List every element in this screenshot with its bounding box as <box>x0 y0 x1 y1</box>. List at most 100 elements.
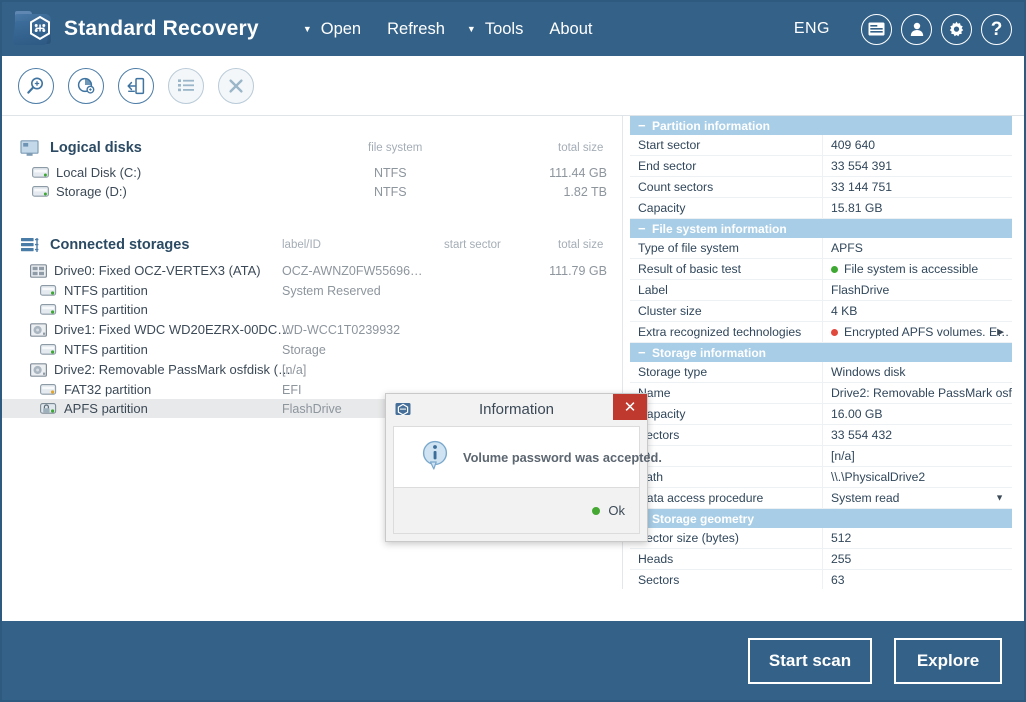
property-key: Capacity <box>638 201 686 215</box>
chevron-down-icon-tools[interactable]: ▼ <box>467 24 476 34</box>
tree-item-partition[interactable]: NTFS partition System Reserved <box>2 281 622 300</box>
collapse-icon[interactable]: − <box>638 346 652 359</box>
property-row: Cluster size 4 KB <box>630 301 1012 322</box>
chevron-right-icon[interactable]: ▶ <box>997 327 1004 337</box>
property-key: Extra recognized technologies <box>638 325 802 339</box>
explore-button[interactable]: Explore <box>894 637 1002 684</box>
cell-file-system: NTFS <box>374 165 407 180</box>
cell-label-id: FlashDrive <box>282 401 342 416</box>
property-value: 63 <box>822 570 1012 589</box>
cell-total-size: 1.82 TB <box>563 184 607 199</box>
property-value: 4 KB <box>822 301 1012 321</box>
section-title: Partition information <box>652 118 770 133</box>
property-key: Count sectors <box>638 180 714 194</box>
scan-icon[interactable] <box>18 67 54 104</box>
group-connected-storages[interactable]: Connected storages label/ID start sector… <box>2 230 622 260</box>
property-key: Storage type <box>638 365 708 379</box>
start-scan-button[interactable]: Start scan <box>748 637 872 684</box>
property-row: Path \\.\PhysicalDrive2 <box>630 467 1012 488</box>
property-value: 16.00 GB <box>822 404 1012 424</box>
property-row-extra-technologies[interactable]: Extra recognized technologies Encrypted … <box>630 322 1012 343</box>
tree-item-drive0[interactable]: Drive0: Fixed OCZ-VERTEX3 (ATA) OCZ-AWNZ… <box>2 260 622 281</box>
property-row: Type of file system APFS <box>630 238 1012 259</box>
property-row: Result of basic test File system is acce… <box>630 259 1012 280</box>
list-item-local-disk-c[interactable]: Local Disk (C:) NTFS 111.44 GB <box>2 163 622 182</box>
gear-icon[interactable] <box>941 13 972 45</box>
property-value-with-status: File system is accessible <box>822 259 1012 279</box>
section-header-storage-information[interactable]: − Storage information <box>630 343 1012 362</box>
dialog-message: Volume password was accepted. <box>463 449 662 465</box>
cell-label-id: WD-WCC1T0239932 <box>282 322 401 337</box>
tree-item-drive2[interactable]: Drive2: Removable PassMark osfdisk (… [n… <box>2 359 622 380</box>
property-key: Type of file system <box>638 241 739 255</box>
cell-file-system: NTFS <box>374 184 407 199</box>
partition-pie-icon[interactable] <box>68 67 104 104</box>
language-selector[interactable]: ENG <box>794 20 830 38</box>
hdd-icon <box>30 363 48 377</box>
tree-item-partition[interactable]: NTFS partition <box>2 300 622 319</box>
property-row: Label FlashDrive <box>630 280 1012 301</box>
ok-button[interactable]: Ok <box>592 503 625 518</box>
partition-green-icon <box>40 303 57 316</box>
tree-item-label: NTFS partition <box>64 283 148 298</box>
section-header-partition-information[interactable]: − Partition information <box>630 116 1012 135</box>
page-title: Standard Recovery <box>64 17 259 40</box>
property-key: Start sector <box>638 138 701 152</box>
status-dot-green <box>831 265 838 273</box>
property-row: ID [n/a] <box>630 446 1012 467</box>
group-logical-disks[interactable]: Logical disks file system total size <box>2 133 622 163</box>
chevron-down-icon-open[interactable]: ▼ <box>303 24 312 34</box>
storages-icon <box>20 237 40 254</box>
ok-button-label: Ok <box>608 503 625 518</box>
column-total-size: total size <box>558 239 604 251</box>
partition-green-icon <box>40 284 57 297</box>
user-icon[interactable] <box>901 13 932 45</box>
hdd-icon <box>30 323 48 337</box>
close-icon[interactable]: ✕ <box>613 394 647 420</box>
menu-item-open[interactable]: Open <box>321 20 361 39</box>
help-icon[interactable]: ? <box>981 13 1012 45</box>
folder-hex-logo-icon <box>12 10 54 48</box>
collapse-icon[interactable]: − <box>638 119 652 132</box>
list-item-label: Storage (D:) <box>56 184 127 199</box>
property-row: Capacity 16.00 GB <box>630 404 1012 425</box>
chevron-down-icon[interactable]: ▼ <box>995 493 1004 503</box>
menu-item-tools[interactable]: Tools <box>485 20 524 39</box>
collapse-icon[interactable]: − <box>638 222 652 235</box>
property-row: Heads 255 <box>630 549 1012 570</box>
property-value: Windows disk <box>822 362 1012 382</box>
ssd-icon <box>30 264 48 278</box>
cell-total-size: 111.79 GB <box>549 263 607 278</box>
application-window: Standard Recovery ▼ Open Refresh ▼ Tools… <box>0 0 1026 702</box>
properties-pane[interactable]: − Partition information Start sector 409… <box>630 116 1012 589</box>
dialog-titlebar: Information ✕ <box>386 394 647 424</box>
partition-green-icon <box>40 343 57 356</box>
tree-item-partition[interactable]: NTFS partition Storage <box>2 340 622 359</box>
dialog-footer: Ok <box>393 488 640 534</box>
information-dialog[interactable]: Information ✕ Volume password was accept… <box>385 393 662 542</box>
disk-image-icon[interactable] <box>118 67 154 104</box>
monitor-icon <box>20 139 40 157</box>
list-item-label: Local Disk (C:) <box>56 165 142 180</box>
property-row-data-access[interactable]: Data access procedure System read ▼ <box>630 488 1012 509</box>
cell-label-id: System Reserved <box>282 283 381 298</box>
menu-item-refresh[interactable]: Refresh <box>387 20 445 39</box>
property-row: End sector 33 554 391 <box>630 156 1012 177</box>
property-row: Capacity 15.81 GB <box>630 198 1012 219</box>
app-small-icon <box>395 401 411 417</box>
property-key: Data access procedure <box>638 491 764 505</box>
list-item-storage-d[interactable]: Storage (D:) NTFS 1.82 TB <box>2 182 622 201</box>
messages-icon[interactable] <box>861 13 892 45</box>
property-row: Sectors 63 <box>630 570 1012 589</box>
property-key: Sectors <box>638 573 680 587</box>
menu-item-about[interactable]: About <box>549 20 592 39</box>
property-row: Sectors 33 554 432 <box>630 425 1012 446</box>
property-key: Capacity <box>638 407 686 421</box>
info-icon <box>421 440 449 475</box>
tree-item-label: Drive1: Fixed WDC WD20EZRX-00DC… <box>54 322 291 337</box>
cell-total-size: 111.44 GB <box>549 165 607 180</box>
partition-yellow-icon <box>40 383 57 396</box>
section-header-storage-geometry[interactable]: − Storage geometry <box>630 509 1012 528</box>
tree-item-drive1[interactable]: Drive1: Fixed WDC WD20EZRX-00DC… WD-WCC1… <box>2 319 622 340</box>
section-header-file-system-information[interactable]: − File system information <box>630 219 1012 238</box>
